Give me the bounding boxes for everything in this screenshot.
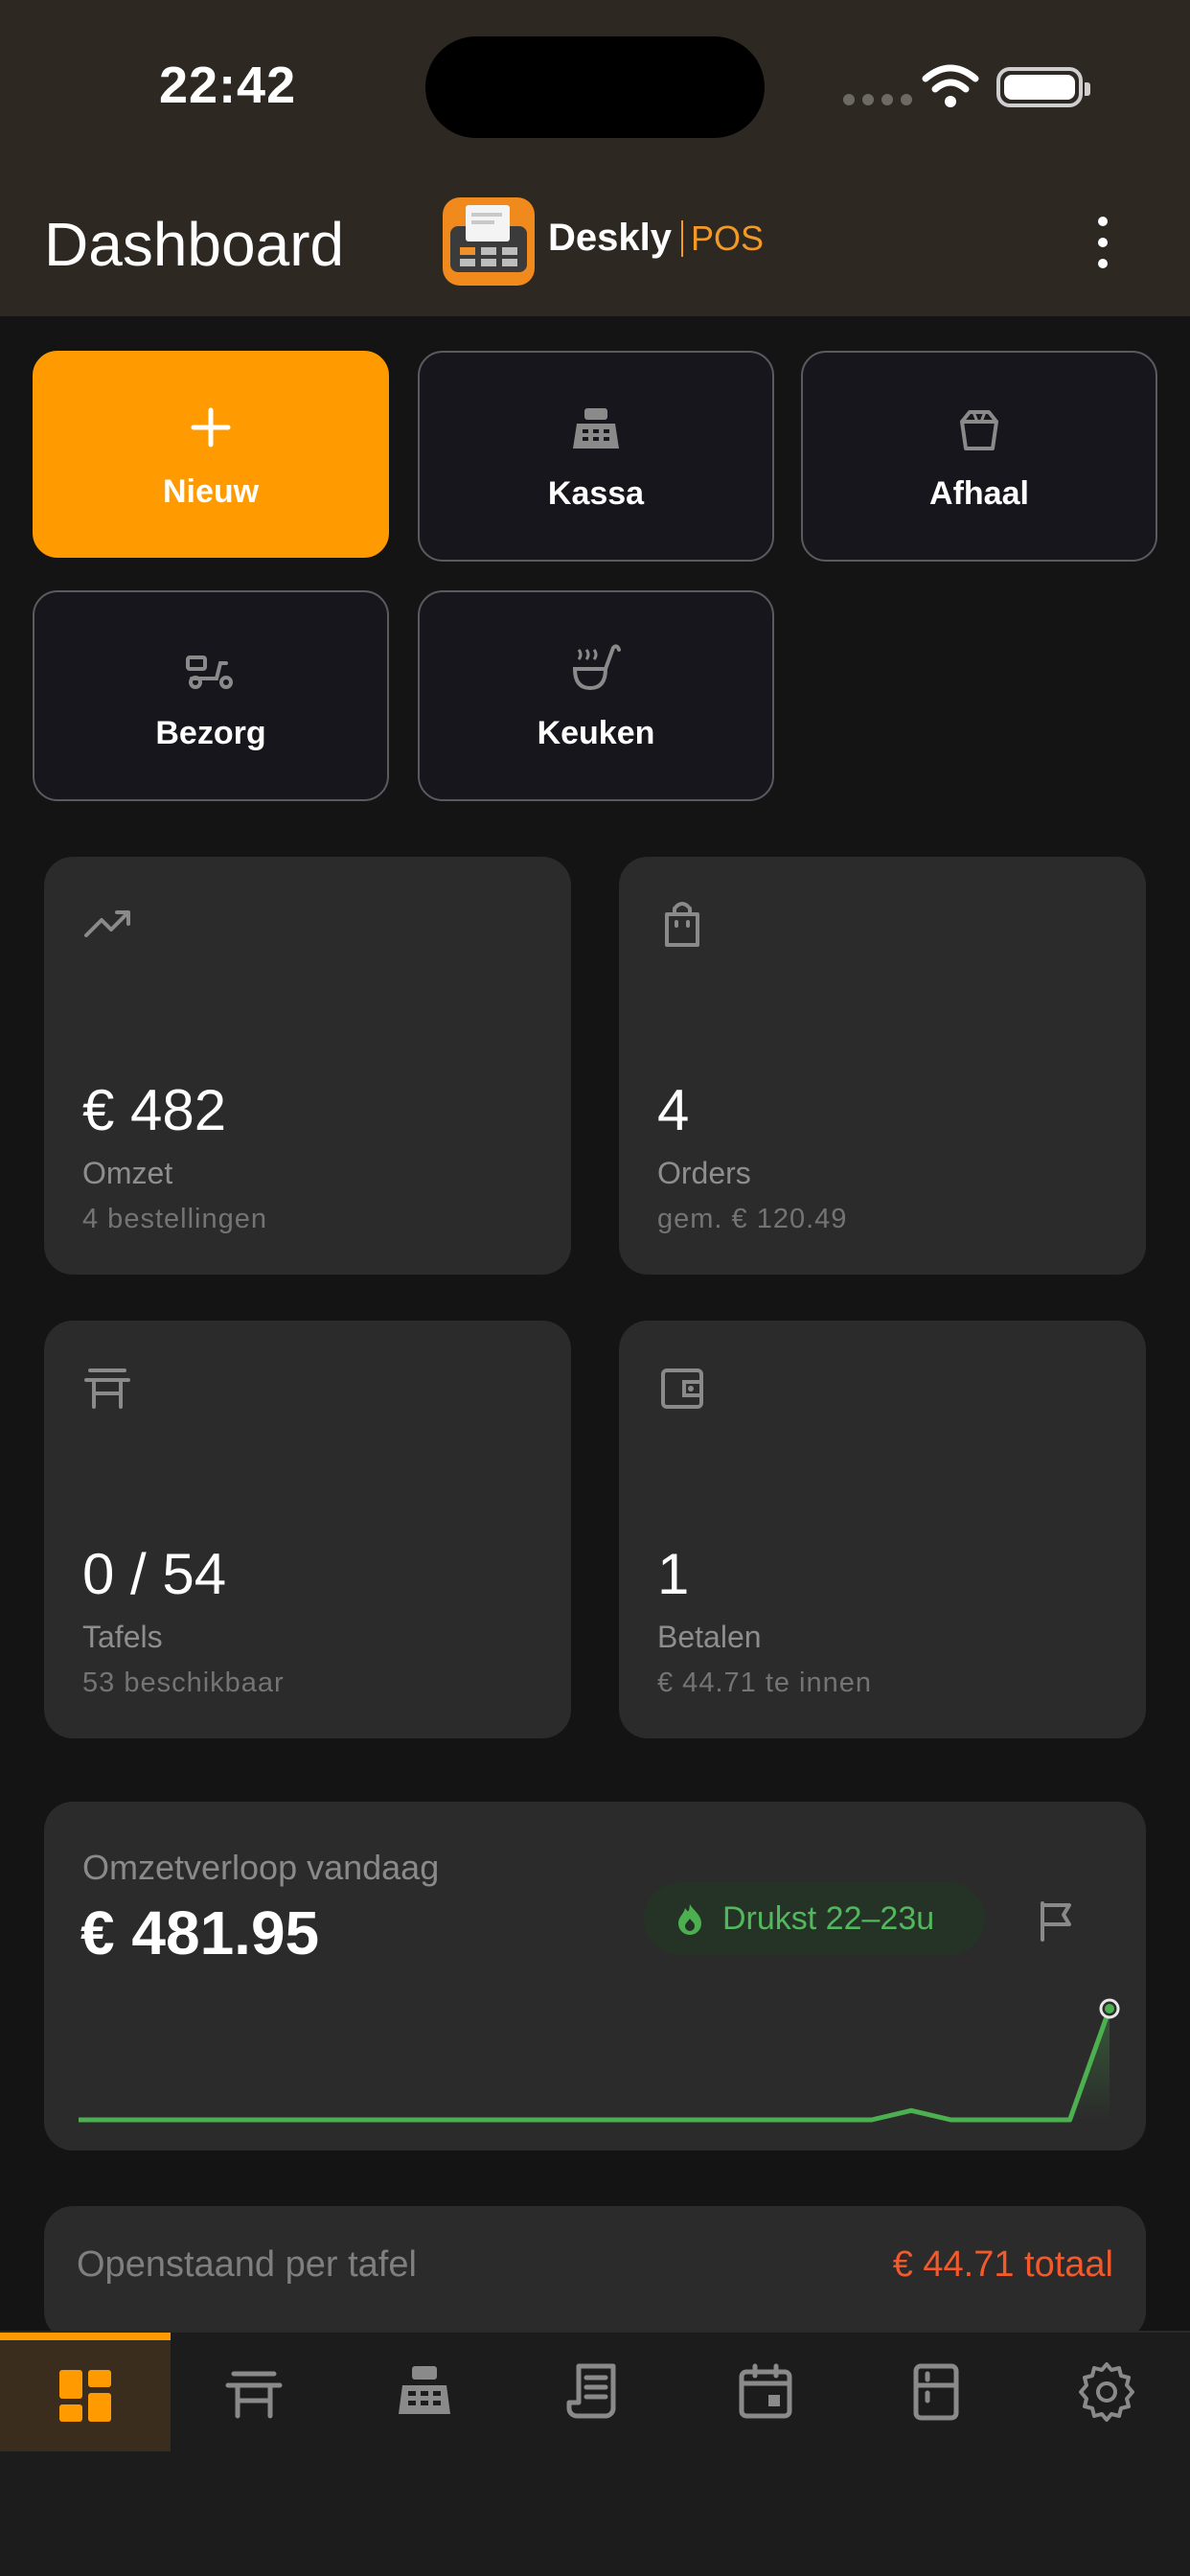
bottom-navigation: [0, 2331, 1190, 2576]
brand-suffix: POS: [690, 218, 765, 258]
bezorg-button[interactable]: Bezorg: [33, 590, 389, 801]
soup-ladle-icon: [572, 643, 621, 690]
stat-value: 1: [657, 1542, 690, 1606]
flag-icon[interactable]: [1033, 1898, 1079, 1944]
brand-name: Deskly POS: [548, 217, 764, 260]
takeaway-box-icon: [960, 409, 998, 450]
status-time: 22:42: [159, 57, 297, 114]
dynamic-island: [425, 36, 765, 138]
plus-icon: [191, 407, 231, 447]
afhaal-label: Afhaal: [929, 474, 1029, 512]
new-order-label: Nieuw: [162, 472, 260, 510]
deskly-logo: [443, 197, 535, 286]
stat-value: 0 / 54: [82, 1542, 227, 1606]
cash-register-icon: [399, 2366, 450, 2414]
keuken-button[interactable]: Keuken: [418, 590, 774, 801]
table-icon: [225, 2371, 283, 2419]
stat-card-betalen[interactable]: 1 Betalen € 44.71 te innen: [619, 1321, 1146, 1738]
stat-value: € 482: [82, 1078, 227, 1142]
new-order-button[interactable]: Nieuw: [33, 351, 389, 558]
flame-icon: [678, 1904, 701, 1935]
cash-register-icon: [573, 407, 619, 448]
trending-up-icon: [84, 910, 130, 937]
revenue-trend-title: Omzetverloop vandaag: [82, 1848, 440, 1887]
nav-cash-register[interactable]: [339, 2333, 510, 2451]
gear-icon: [1079, 2362, 1134, 2422]
nav-settings[interactable]: [1021, 2333, 1190, 2451]
revenue-trend-total: € 481.95: [80, 1898, 320, 1967]
receipt-icon: [566, 2363, 616, 2419]
table-icon: [84, 1368, 130, 1409]
nav-dashboard[interactable]: [0, 2333, 171, 2451]
chart-series-layer: [79, 1998, 1120, 2123]
revenue-last-point-core: [1105, 2004, 1114, 2013]
stat-card-orders[interactable]: 4 Orders gem. € 120.49: [619, 857, 1146, 1275]
wallet-icon: [661, 1368, 703, 1409]
afhaal-button[interactable]: Afhaal: [801, 351, 1157, 562]
nav-fridge[interactable]: [851, 2333, 1021, 2451]
stat-sub: gem. € 120.49: [657, 1204, 848, 1234]
page-title: Dashboard: [44, 210, 345, 279]
revenue-trend-card[interactable]: Omzetverloop vandaag € 481.95 Drukst 22–…: [44, 1802, 1146, 2150]
nav-tables[interactable]: [169, 2333, 339, 2451]
stat-sub: 4 bestellingen: [82, 1204, 267, 1234]
top-bar: 22:42 Dashboard Deskly POS: [0, 0, 1190, 316]
busiest-hour-label: Drukst 22–23u: [722, 1899, 935, 1937]
kassa-label: Kassa: [547, 474, 645, 512]
nav-calendar[interactable]: [680, 2333, 851, 2451]
dashboard-icon: [59, 2370, 111, 2422]
kassa-button[interactable]: Kassa: [418, 351, 774, 562]
nav-receipts[interactable]: [510, 2333, 680, 2451]
stat-label: Orders: [657, 1156, 751, 1190]
bezorg-label: Bezorg: [155, 714, 266, 751]
scooter-icon: [186, 655, 233, 689]
open-per-table-card[interactable]: Openstaand per tafel € 44.71 totaal: [44, 2206, 1146, 2340]
fridge-icon: [913, 2363, 959, 2421]
shopping-bag-icon: [665, 902, 699, 947]
stat-card-omzet[interactable]: € 482 Omzet 4 bestellingen: [44, 857, 571, 1275]
revenue-series-line: [79, 2008, 1112, 2123]
stat-card-tafels[interactable]: 0 / 54 Tafels 53 beschikbaar: [44, 1321, 571, 1738]
busiest-hour-badge: Drukst 22–23u: [644, 1882, 985, 1955]
stat-label: Betalen: [657, 1620, 762, 1654]
keuken-label: Keuken: [537, 714, 655, 751]
wifi-icon: [922, 64, 979, 107]
battery-icon: [996, 67, 1090, 107]
more-options-icon[interactable]: [1088, 217, 1117, 268]
stat-label: Omzet: [82, 1156, 173, 1190]
stat-label: Tafels: [82, 1620, 163, 1654]
calendar-icon: [739, 2363, 792, 2419]
stat-sub: € 44.71 te innen: [657, 1668, 873, 1698]
open-per-table-total: € 44.71 totaal: [892, 2244, 1113, 2285]
open-per-table-title: Openstaand per tafel: [77, 2244, 417, 2285]
brand-divider: [680, 219, 683, 257]
revenue-line-chart: [79, 1998, 1120, 2123]
stat-sub: 53 beschikbaar: [82, 1668, 285, 1698]
cellular-signal-icon: [843, 94, 912, 105]
brand-label: Deskly: [548, 217, 672, 259]
revenue-area-fill: [79, 2009, 1110, 2120]
stat-value: 4: [657, 1078, 690, 1142]
